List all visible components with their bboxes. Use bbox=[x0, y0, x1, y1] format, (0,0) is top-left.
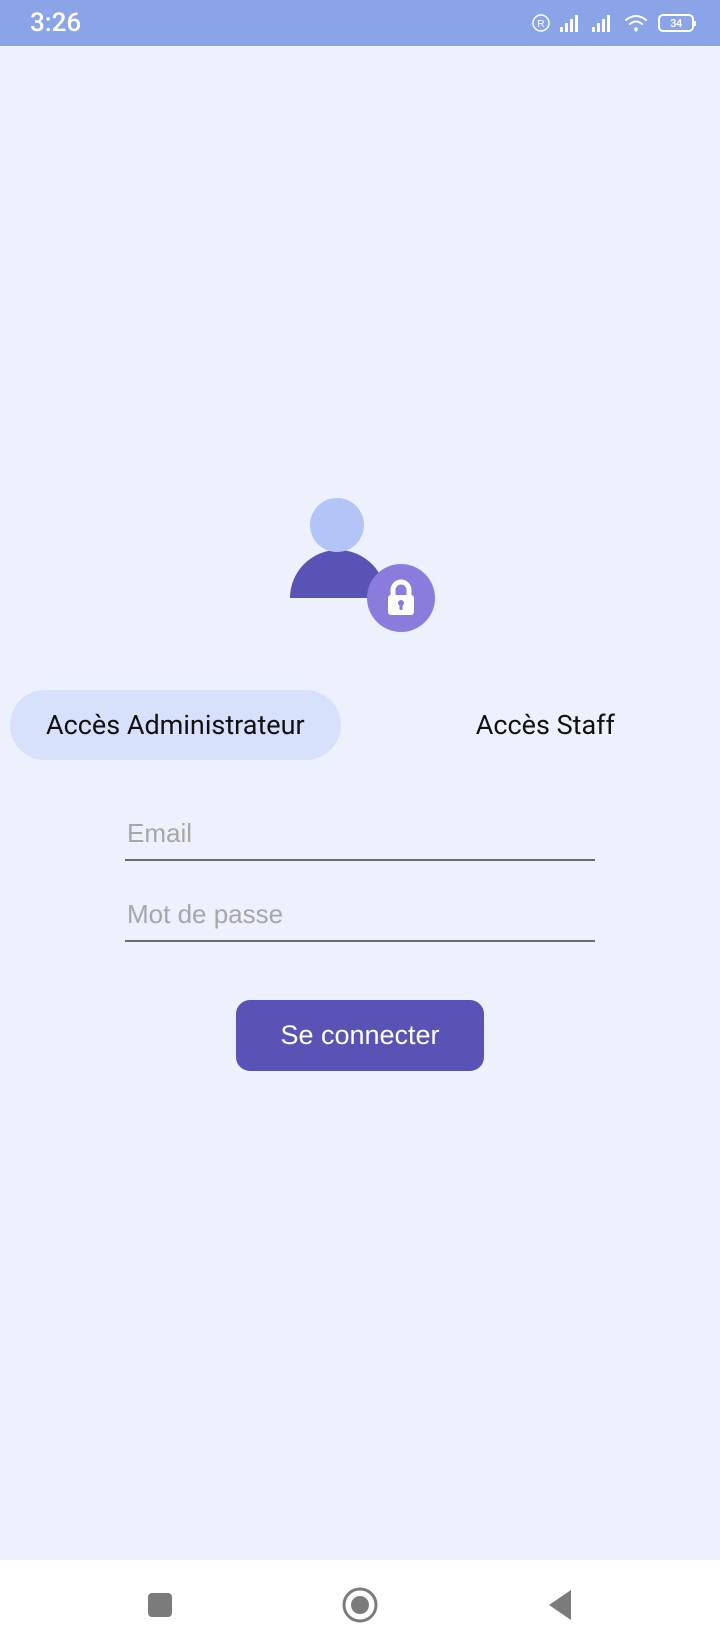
home-button[interactable] bbox=[340, 1585, 380, 1625]
recent-apps-button[interactable] bbox=[140, 1585, 180, 1625]
svg-text:R: R bbox=[537, 19, 544, 30]
status-time: 3:26 bbox=[30, 8, 81, 38]
signal-bars-icon bbox=[560, 14, 582, 32]
tab-staff[interactable]: Accès Staff bbox=[381, 690, 710, 760]
email-field[interactable] bbox=[125, 808, 595, 861]
login-button[interactable]: Se connecter bbox=[236, 1000, 483, 1071]
password-field[interactable] bbox=[125, 889, 595, 942]
status-bar: 3:26 R 34 bbox=[0, 0, 720, 46]
wifi-icon bbox=[624, 14, 648, 32]
user-lock-avatar bbox=[290, 498, 430, 632]
lock-icon bbox=[367, 564, 435, 632]
tab-admin[interactable]: Accès Administrateur bbox=[10, 690, 341, 760]
main-content: Accès Administrateur Accès Staff Se conn… bbox=[0, 46, 720, 1560]
navigation-bar bbox=[0, 1560, 720, 1650]
access-tabs: Accès Administrateur Accès Staff bbox=[0, 690, 720, 760]
registered-icon: R bbox=[532, 14, 550, 32]
signal-bars-icon-2 bbox=[592, 14, 614, 32]
battery-icon: 34 bbox=[658, 14, 694, 32]
avatar-head-icon bbox=[310, 498, 364, 552]
back-button[interactable] bbox=[540, 1585, 580, 1625]
status-icons: R 34 bbox=[532, 14, 694, 32]
login-form: Se connecter bbox=[125, 808, 595, 1071]
